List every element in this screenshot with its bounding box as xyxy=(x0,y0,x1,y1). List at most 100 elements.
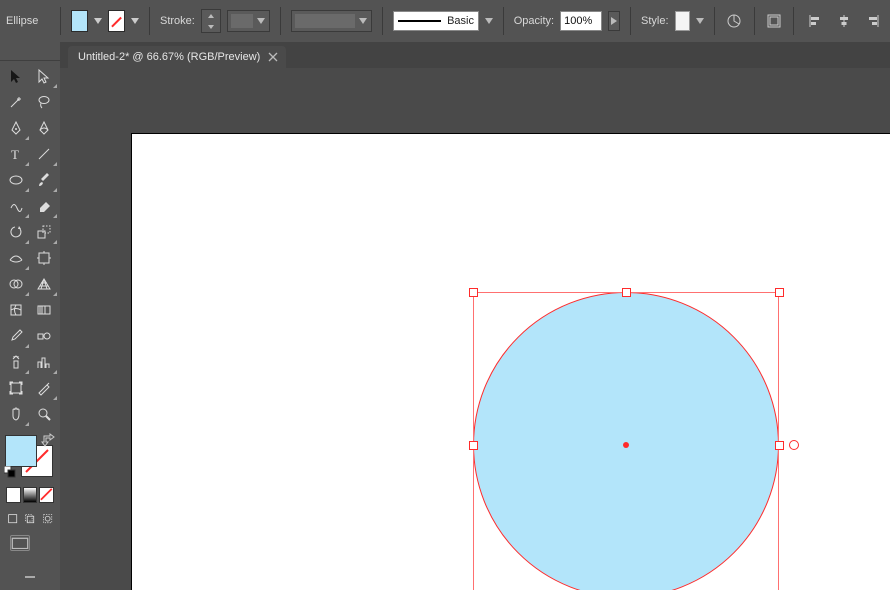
draw-inside[interactable] xyxy=(41,511,54,527)
draw-behind[interactable] xyxy=(23,511,36,527)
resize-handle-w[interactable] xyxy=(469,441,478,450)
screen-mode-row xyxy=(0,531,60,555)
eraser-tool[interactable] xyxy=(30,193,58,219)
collapse-dock[interactable] xyxy=(0,570,60,584)
variable-width-profile[interactable] xyxy=(291,10,372,32)
align-h-center-button[interactable] xyxy=(832,9,856,33)
tools-panel-title xyxy=(0,42,60,61)
brush-definition-combo[interactable]: Basic xyxy=(393,11,479,31)
magic-wand-tool[interactable] xyxy=(2,89,30,115)
stroke-weight-combo[interactable] xyxy=(227,10,270,32)
mesh-tool[interactable] xyxy=(2,297,30,323)
style-label: Style: xyxy=(641,15,669,27)
free-transform-tool[interactable] xyxy=(30,245,58,271)
chevron-down-icon xyxy=(256,16,266,26)
resize-handle-e[interactable] xyxy=(775,441,784,450)
brush-dropdown[interactable] xyxy=(485,16,493,26)
perspective-grid-tool[interactable] xyxy=(30,271,58,297)
tool-grid: T xyxy=(0,61,60,429)
tools-panel: T xyxy=(0,42,61,590)
resize-handle-ne[interactable] xyxy=(775,288,784,297)
swap-fill-stroke-icon[interactable] xyxy=(41,433,55,447)
workspace[interactable] xyxy=(60,68,890,590)
style-dropdown[interactable] xyxy=(696,16,704,26)
center-point-icon[interactable] xyxy=(623,442,629,448)
color-mode-row xyxy=(0,483,60,507)
align-right-button[interactable] xyxy=(860,9,884,33)
separator xyxy=(60,7,61,35)
document-tabstrip: Untitled-2* @ 66.67% (RGB/Preview) xyxy=(60,42,890,68)
rotate-tool[interactable] xyxy=(2,219,30,245)
line-segment-tool[interactable] xyxy=(30,141,58,167)
color-proxy-section xyxy=(0,429,60,483)
fill-proxy[interactable] xyxy=(5,435,37,467)
brush-name: Basic xyxy=(447,15,474,27)
slice-tool[interactable] xyxy=(30,375,58,401)
type-tool[interactable]: T xyxy=(2,141,30,167)
curvature-tool[interactable] xyxy=(30,115,58,141)
ellipse-shape xyxy=(473,292,779,590)
separator xyxy=(630,7,631,35)
drawing-mode-row xyxy=(0,507,60,531)
symbol-sprayer-tool[interactable] xyxy=(2,349,30,375)
direct-selection-tool[interactable] xyxy=(30,63,58,89)
document-tab-title: Untitled-2* @ 66.67% (RGB/Preview) xyxy=(78,51,260,63)
color-mode-gradient[interactable] xyxy=(23,487,38,503)
document-setup-button[interactable] xyxy=(765,9,784,33)
shape-builder-tool[interactable] xyxy=(2,271,30,297)
selected-ellipse-object[interactable] xyxy=(473,292,779,590)
chevron-down-icon xyxy=(358,16,368,26)
fill-stroke-proxy[interactable] xyxy=(5,435,53,477)
separator xyxy=(149,7,150,35)
align-left-button[interactable] xyxy=(804,9,828,33)
width-tool[interactable] xyxy=(2,245,30,271)
separator xyxy=(382,7,383,35)
ellipse-tool[interactable] xyxy=(2,167,30,193)
stroke-color-swatch[interactable] xyxy=(108,10,125,32)
stroke-weight-spinner[interactable] xyxy=(201,9,221,33)
opacity-label: Opacity: xyxy=(514,15,554,27)
opacity-more[interactable] xyxy=(608,11,621,31)
graphic-style-swatch[interactable] xyxy=(675,11,691,31)
spinner-down[interactable] xyxy=(202,21,220,32)
separator xyxy=(280,7,281,35)
spinner-up[interactable] xyxy=(202,10,220,21)
hand-tool[interactable] xyxy=(2,401,30,427)
document-tab[interactable]: Untitled-2* @ 66.67% (RGB/Preview) xyxy=(68,46,286,68)
resize-handle-n[interactable] xyxy=(622,288,631,297)
resize-handle-nw[interactable] xyxy=(469,288,478,297)
scale-tool[interactable] xyxy=(30,219,58,245)
separator xyxy=(754,7,755,35)
color-mode-none[interactable] xyxy=(39,487,54,503)
opacity-field[interactable]: 100% xyxy=(560,11,602,31)
separator xyxy=(503,7,504,35)
column-graph-tool[interactable] xyxy=(30,349,58,375)
zoom-tool[interactable] xyxy=(30,401,58,427)
screen-mode-button[interactable] xyxy=(10,535,30,551)
fill-dropdown[interactable] xyxy=(94,16,102,26)
separator xyxy=(714,7,715,35)
lasso-tool[interactable] xyxy=(30,89,58,115)
recolor-artwork-button[interactable] xyxy=(725,9,744,33)
separator xyxy=(793,7,794,35)
pie-widget-handle[interactable] xyxy=(789,440,799,450)
svg-text:T: T xyxy=(11,147,19,162)
control-bar: Ellipse Stroke: Basic Opacity: 100% Styl… xyxy=(0,0,890,42)
stroke-dropdown[interactable] xyxy=(131,16,139,26)
current-tool-label: Ellipse xyxy=(6,15,50,27)
brush-preview-line xyxy=(398,20,441,22)
draw-normal[interactable] xyxy=(6,511,19,527)
pen-tool[interactable] xyxy=(2,115,30,141)
artboard-tool[interactable] xyxy=(2,375,30,401)
shaper-tool[interactable] xyxy=(2,193,30,219)
align-group xyxy=(804,9,884,33)
fill-color-swatch[interactable] xyxy=(71,10,88,32)
paintbrush-tool[interactable] xyxy=(30,167,58,193)
default-fill-stroke-icon[interactable] xyxy=(4,466,16,478)
color-mode-solid[interactable] xyxy=(6,487,21,503)
gradient-tool[interactable] xyxy=(30,297,58,323)
close-tab-icon[interactable] xyxy=(268,52,278,62)
selection-tool[interactable] xyxy=(2,63,30,89)
eyedropper-tool[interactable] xyxy=(2,323,30,349)
blend-tool[interactable] xyxy=(30,323,58,349)
